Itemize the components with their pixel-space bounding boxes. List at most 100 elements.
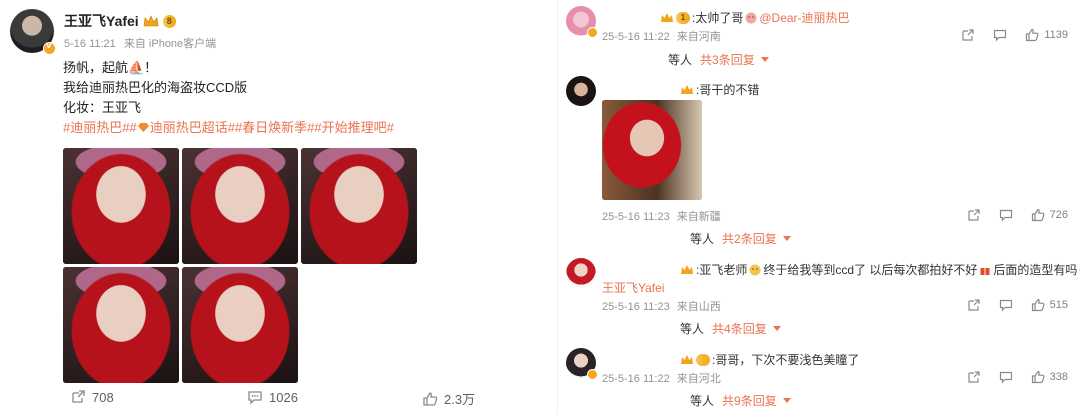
tag-chaohua[interactable]: 迪丽热巴超话# <box>150 120 235 135</box>
post-photo-3[interactable] <box>301 148 417 264</box>
replies-prefix: 等人 <box>690 394 715 408</box>
reply-icon[interactable] <box>999 298 1013 312</box>
comment-icon <box>248 391 262 405</box>
comment-date: 25-5-16 11:22 <box>602 31 670 43</box>
comment-meta: 25-5-16 11:22 来自河北 <box>602 370 725 386</box>
comment-like-count: 515 <box>1049 299 1068 311</box>
verified-badge-icon <box>587 369 598 380</box>
tag-spring[interactable]: #春日焕新季# <box>235 120 314 135</box>
tag-dilireba[interactable]: #迪丽热巴# <box>63 120 129 135</box>
comment-like-count: 726 <box>1049 209 1068 221</box>
comment-actions: 515 <box>949 298 1068 312</box>
replies-link[interactable]: 等人 共2条回复 <box>690 230 792 247</box>
repost-icon <box>72 390 85 403</box>
comment-text-row: :哥干的不错 <box>680 81 759 98</box>
face-emoji-icon <box>745 12 757 23</box>
post-photo-4[interactable] <box>63 267 179 383</box>
author-row: 王亚飞Yafei 8 <box>64 11 176 31</box>
share-icon[interactable] <box>961 28 975 42</box>
crown-icon <box>681 84 693 94</box>
comment-text-row: :哥哥，下次不要浅色美瞳了 <box>680 351 859 368</box>
share-icon[interactable] <box>967 208 981 222</box>
comment-date: 25-5-16 11:23 <box>602 301 670 313</box>
post-line-3: 化妆：王亚飞 <box>63 100 142 115</box>
comment-like-count: 1139 <box>1044 29 1068 41</box>
comment-text: :亚飞老师 <box>696 263 748 277</box>
reply-icon[interactable] <box>993 28 1007 42</box>
share-icon[interactable] <box>967 298 981 312</box>
comment-date: 25-5-16 11:23 <box>602 211 670 223</box>
comment-text-2: 终于给我等到ccd了 以后每次都拍好不好 <box>763 263 978 277</box>
replies-link[interactable]: 等人 共4条回复 <box>680 320 782 337</box>
comment-location: 来自河南 <box>676 31 721 43</box>
vip-level-badge: 8 <box>162 14 176 28</box>
verified-badge-icon <box>587 27 598 38</box>
post-line-1: 扬帆，起航⛵！ <box>63 60 158 75</box>
weibo-post: 王亚飞Yafei 8 5-16 11:21 来自 iPhone客户端 扬帆，起航… <box>0 0 540 414</box>
commenter-avatar[interactable] <box>566 76 596 106</box>
comment-item: 1 :太帅了哥 @Dear-迪丽热巴 25-5-16 11:22 来自河南 11… <box>566 6 1074 68</box>
fan-level-badge: 1 <box>676 11 690 24</box>
reply-icon[interactable] <box>999 370 1013 384</box>
like-button[interactable]: 2.3万 <box>422 389 475 408</box>
mention-link[interactable]: @Dear-迪丽热巴 <box>759 9 849 26</box>
post-date[interactable]: 5-16 11:21 <box>64 38 116 50</box>
post-action-bar: 708 1026 2.3万 <box>0 386 540 410</box>
comment-text-3: 后面的造型有吗 <box>993 263 1078 277</box>
comment-actions: 338 <box>949 370 1068 384</box>
replies-count: 共9条回复 <box>722 394 777 408</box>
repost-count: 708 <box>92 389 114 405</box>
replies-link[interactable]: 等人 共3条回复 <box>668 51 770 68</box>
thumbs-up-icon <box>423 391 438 406</box>
replies-link[interactable]: 等人 共9条回复 <box>690 392 792 409</box>
post-tags: #迪丽热巴## 迪丽热巴超话##春日焕新季##开始推理吧# <box>63 118 394 138</box>
comment-item: :哥干的不错 25-5-16 11:23 来自新疆 726 等人 共2条回复 <box>566 76 1074 246</box>
commenter-avatar[interactable] <box>566 258 596 288</box>
supertopic-diamond-icon <box>137 123 149 132</box>
comment-count: 1026 <box>269 389 298 405</box>
replies-count: 共4条回复 <box>712 322 767 336</box>
comment-like-count: 338 <box>1049 371 1068 383</box>
author-name[interactable]: 王亚飞Yafei <box>64 11 139 31</box>
chevron-down-icon <box>773 326 782 331</box>
comment-item: :哥哥，下次不要浅色美瞳了 25-5-16 11:22 来自河北 338 等人共… <box>566 348 1074 410</box>
comment-text: :哥干的不错 <box>696 83 760 97</box>
replies-prefix: 等人 <box>680 322 705 336</box>
verified-badge-icon <box>43 40 56 55</box>
comment-actions: 1139 <box>943 28 1068 42</box>
comment-location: 来自河北 <box>676 373 721 385</box>
tag-mystery[interactable]: #开始推理吧# <box>314 120 393 135</box>
tag-chaohua-prefix[interactable]: # <box>129 120 136 135</box>
post-photo-2[interactable] <box>182 148 298 264</box>
comment-item: :亚飞老师 终于给我等到ccd了 以后每次都拍好不好 后面的造型有吗 王亚飞Ya… <box>566 258 1080 337</box>
post-line-2: 我给迪丽热巴化的海盗妆CCD版 <box>63 80 248 95</box>
post-photo-5[interactable] <box>182 267 298 383</box>
replies-prefix: 等人 <box>668 53 693 67</box>
reply-icon[interactable] <box>999 208 1013 222</box>
like-count: 2.3万 <box>444 392 476 407</box>
comment-text-row: 1 :太帅了哥 @Dear-迪丽热巴 <box>660 9 850 26</box>
author-reply-name[interactable]: 王亚飞Yafei <box>602 279 664 296</box>
chevron-down-icon <box>783 236 792 241</box>
thumbs-up-icon[interactable] <box>1031 208 1045 222</box>
panel-divider <box>557 0 558 414</box>
post-content: 扬帆，起航⛵！ 我给迪丽热巴化的海盗妆CCD版 化妆：王亚飞 #迪丽热巴## 迪丽… <box>63 58 394 138</box>
comment-actions: 726 <box>949 208 1068 222</box>
thumbs-up-icon[interactable] <box>1031 298 1045 312</box>
comment-text: :哥哥，下次不要浅色美瞳了 <box>712 353 860 367</box>
comment-button[interactable]: 1026 <box>247 389 298 405</box>
comment-location: 来自新疆 <box>676 211 721 223</box>
comment-meta: 25-5-16 11:23 来自新疆 <box>602 208 725 224</box>
post-meta: 5-16 11:21 来自 iPhone客户端 <box>64 35 221 51</box>
crown-icon <box>681 354 693 364</box>
comment-image[interactable] <box>602 100 702 200</box>
comment-location: 来自山西 <box>676 301 721 313</box>
thumbs-up-icon[interactable] <box>1025 28 1039 42</box>
crown-icon <box>661 12 673 22</box>
face-emoji-icon <box>749 264 761 275</box>
share-icon[interactable] <box>967 370 981 384</box>
crown-icon <box>681 264 693 274</box>
thumbs-up-icon[interactable] <box>1031 370 1045 384</box>
post-photo-1[interactable] <box>63 148 179 264</box>
repost-button[interactable]: 708 <box>70 389 114 405</box>
